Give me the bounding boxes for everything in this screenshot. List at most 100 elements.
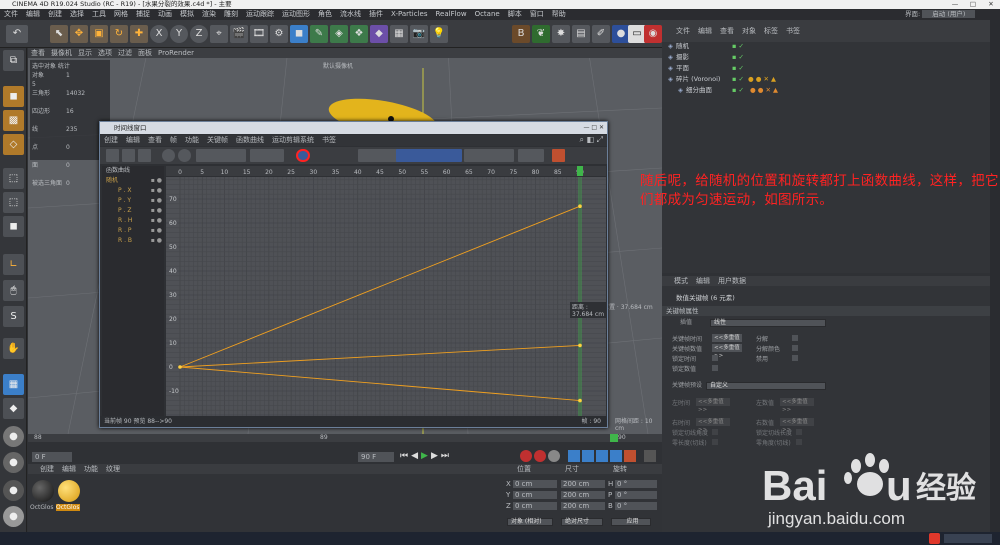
lock-tools-icon[interactable] [464,149,514,162]
track-toggle-icon[interactable]: ▪ ● [151,236,162,246]
axis-z-button[interactable]: Z [190,25,208,43]
menu-item[interactable]: RealFlow [435,10,466,18]
size-field[interactable]: 200 cm [561,502,605,510]
axis-x-button[interactable]: X [150,25,168,43]
object-menu-item[interactable]: 文件 [676,27,690,35]
track-row[interactable]: R . B ▪ ● [102,236,164,246]
input-method-icon[interactable] [929,533,940,544]
texture-mode-icon[interactable]: ▩ [3,110,24,131]
viewport-menu-item[interactable]: 选项 [98,49,112,57]
position-field[interactable]: 0 cm [513,491,557,499]
tangent-field[interactable]: <<多重值>> [696,418,730,433]
attribute-menu-item[interactable]: 用户数据 [718,277,746,285]
pen-icon[interactable]: ✎ [310,25,328,43]
material-sphere-icon[interactable]: ● [3,480,24,501]
system-tray[interactable] [944,534,992,543]
timeline-menu-item[interactable]: 查看 [148,136,162,144]
menu-item[interactable]: 运动跟踪 [246,10,274,18]
polygons-mode-icon[interactable]: ◼ [3,216,24,237]
frame-ruler[interactable]: 051015202530354045505560657075808590 [166,166,606,176]
object-menu-item[interactable]: 标签 [764,27,778,35]
fcurve-graph[interactable]: 70 60 50 40 30 20 10 0 -10 [166,174,606,418]
playback-controls[interactable]: ⏮◀▶▶⏭ [400,451,452,461]
timeline-menu-icon[interactable] [644,450,656,462]
play-back-icon[interactable] [178,149,191,162]
timeline-menu-item[interactable]: 运动剪辑系统 [272,136,314,144]
floor-icon[interactable]: ▦ [390,25,408,43]
rotation-key-icon[interactable] [596,450,608,462]
sculpt-icon[interactable]: ✋ [3,338,24,359]
track-row[interactable]: R . P ▪ ● [102,226,164,236]
parameter-key-icon[interactable] [610,450,622,462]
menu-item[interactable]: 脚本 [508,10,522,18]
layout-selector[interactable]: 界面: 启动 (用户) [905,10,976,19]
keyframe-mode-icon[interactable] [106,149,119,162]
material-label[interactable]: OctGlos [56,504,80,511]
keyframe-point[interactable] [578,343,582,348]
autokey-icon[interactable] [534,450,546,462]
timeline-menu-item[interactable]: 帧 [170,136,177,144]
menu-item[interactable]: 渲染 [202,10,216,18]
track-toggle-icon[interactable]: ▪ ● [151,226,162,236]
time-key-icon[interactable] [250,149,284,162]
fcurve-mode-icon[interactable] [122,149,135,162]
edges-mode-icon[interactable]: ⬚ [3,192,24,213]
ruler-playhead[interactable] [577,166,583,176]
rotation-field[interactable]: 0 ° [615,491,657,499]
track-row[interactable]: P . X ▪ ● [102,186,164,196]
material-tag-icon[interactable]: ● ● ✕ ▲ [748,75,776,84]
material-label[interactable]: OctGlos [30,504,54,511]
menu-item[interactable]: 窗口 [530,10,544,18]
tweak-mode-icon[interactable]: 🖱 [3,280,24,301]
material-black-swatch[interactable] [32,480,54,502]
material-menu-item[interactable]: 纹理 [106,465,120,473]
position-field[interactable]: 0 cm [513,502,557,510]
plugin-brush-icon[interactable]: ✐ [592,25,610,43]
attribute-checkbox[interactable] [792,335,798,341]
render-settings-icon[interactable]: ⚙ [270,25,288,43]
material-menu-item[interactable]: 编辑 [62,465,76,473]
recent-tool-icon[interactable]: ✚ [130,25,148,43]
size-field[interactable]: 200 cm [561,491,605,499]
object-name[interactable]: 平面 [676,64,689,72]
position-field[interactable]: 0 cm [513,480,557,488]
object-menu-item[interactable]: 查看 [720,27,734,35]
attribute-field[interactable]: <<多重值>> [712,344,742,359]
scale-key-icon[interactable] [582,450,594,462]
make-editable-icon[interactable]: ⧉ [3,50,24,71]
menu-item[interactable]: Octane [475,10,500,18]
menu-item[interactable]: 插件 [369,10,383,18]
track-toggle-icon[interactable]: ▪ ● [151,186,162,196]
tangent-option-checkbox[interactable] [712,439,718,445]
menu-item[interactable]: 雕刻 [224,10,238,18]
plugin-sun-icon[interactable]: ✸ [552,25,570,43]
snap-icon[interactable]: S [3,306,24,327]
object-menu-item[interactable]: 编辑 [698,27,712,35]
attribute-menu-item[interactable]: 模式 [674,277,688,285]
tangent-option-checkbox[interactable] [712,429,718,435]
position-key-icon[interactable] [568,450,580,462]
timeline-search-icons[interactable]: ⌕ ◧ ⤢ [579,135,603,145]
material-sphere-icon[interactable]: ● [3,452,24,473]
apply-button[interactable]: 应用 [611,518,651,526]
object-row[interactable]: ◈ 平面 ▪ ✓ [664,64,984,73]
timeline-ruler[interactable]: 88 89 90 [28,434,662,442]
visibility-toggle-icon[interactable]: ▪ ✓ [732,53,744,62]
attribute-checkbox[interactable] [712,365,718,371]
menu-item[interactable]: X-Particles [391,10,427,18]
undo-icon[interactable]: ↶ [6,25,28,43]
points-mode-icon[interactable]: ⬚ [3,168,24,189]
size-field[interactable]: 200 cm [561,480,605,488]
planar-workplane-icon[interactable]: ◆ [3,398,24,419]
axis-y-button[interactable]: Y [170,25,188,43]
rotation-field[interactable]: 0 ° [615,502,657,510]
menu-item[interactable]: 创建 [48,10,62,18]
track-toggle-icon[interactable]: ▪ ● [151,206,162,216]
object-row[interactable]: ◈ 碎片 (Voronoi) ▪ ✓ ● ● ✕ ▲ [664,75,984,84]
material-tag-icon[interactable]: ● ● ✕ ▲ [750,86,778,95]
plugin-tree-icon[interactable]: ❦ [532,25,550,43]
camera-icon[interactable]: 📷 [410,25,428,43]
menu-item[interactable]: 工具 [92,10,106,18]
array-icon[interactable]: ❖ [350,25,368,43]
menu-item[interactable]: 模拟 [180,10,194,18]
